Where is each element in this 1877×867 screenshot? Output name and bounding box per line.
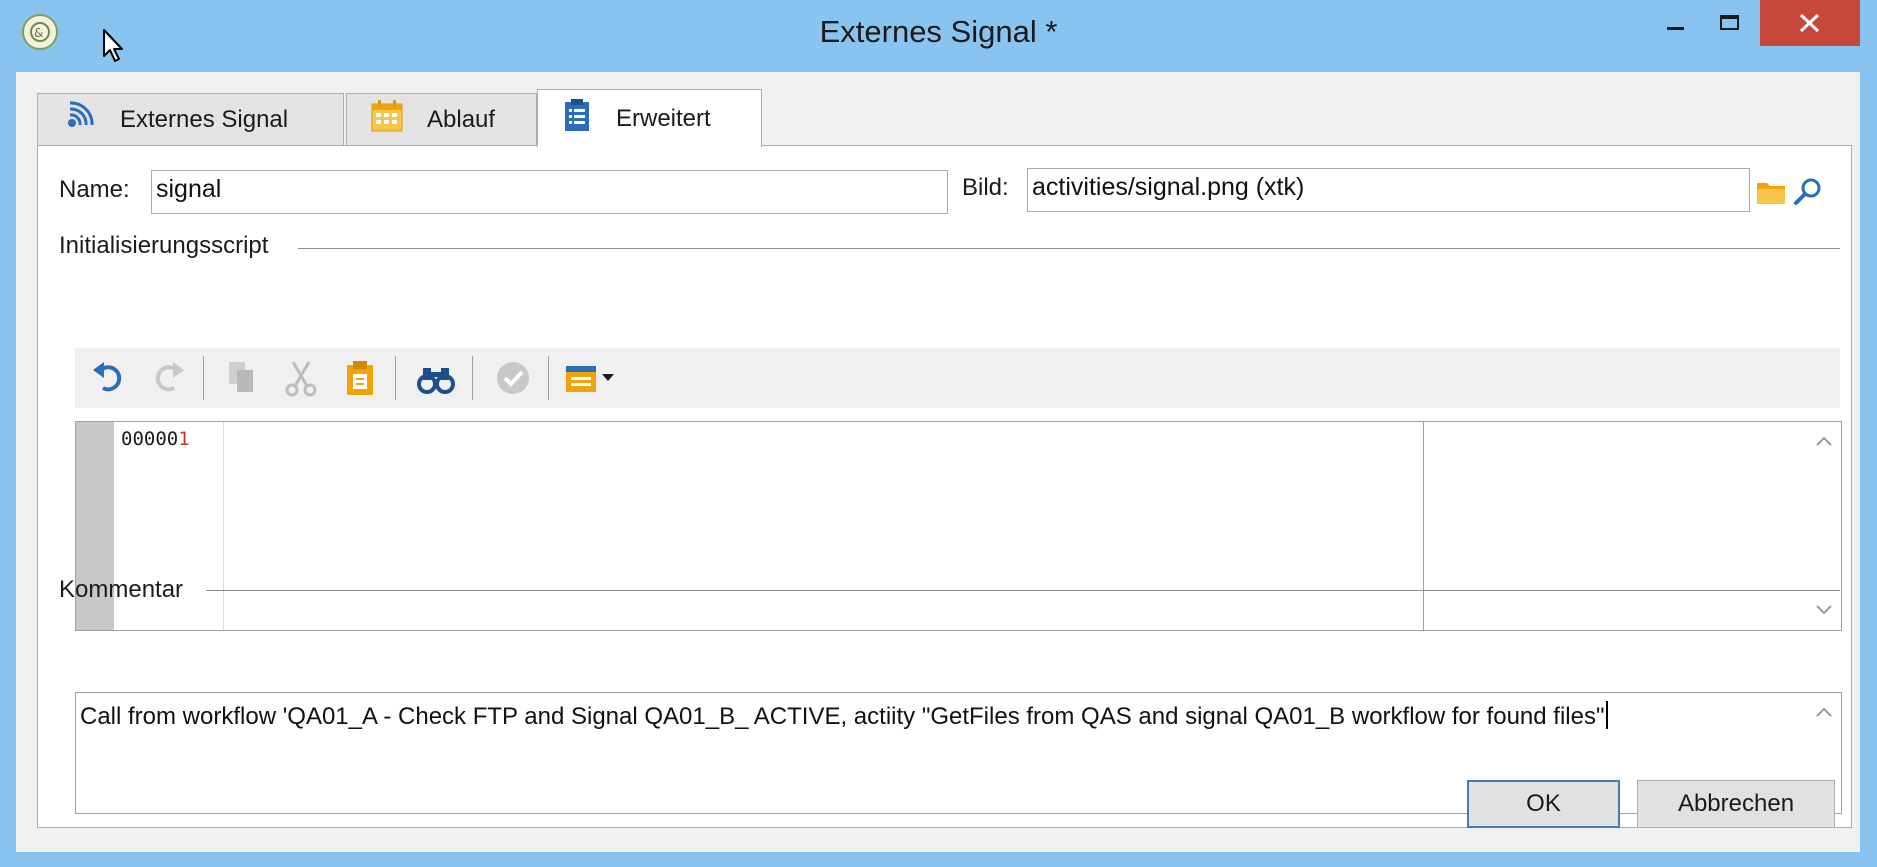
copy-icon[interactable] bbox=[223, 358, 263, 398]
paste-icon[interactable] bbox=[340, 358, 380, 398]
undo-icon[interactable] bbox=[89, 358, 129, 398]
ok-button[interactable]: OK bbox=[1467, 780, 1620, 828]
toolbar-separator bbox=[548, 356, 549, 400]
script-section-title: Initialisierungsscript bbox=[59, 232, 269, 259]
editor-divider bbox=[1423, 422, 1424, 630]
title-bar[interactable]: & Externes Signal * bbox=[0, 0, 1877, 70]
line-number: 000001 bbox=[121, 428, 190, 450]
minimize-button[interactable] bbox=[1648, 0, 1702, 46]
editor-scrollbar[interactable] bbox=[1809, 422, 1839, 630]
image-field[interactable]: activities/signal.png (xtk) bbox=[1027, 168, 1750, 212]
comment-section-title: Kommentar bbox=[59, 576, 184, 603]
image-label: Bild: bbox=[962, 174, 1009, 201]
insert-menu-icon[interactable] bbox=[562, 358, 622, 398]
name-field[interactable]: signal bbox=[151, 170, 948, 214]
calendar-icon bbox=[369, 98, 405, 141]
dialog-client-area: Externes Signal Ablauf Erweitert Name: s… bbox=[16, 72, 1860, 852]
tab-label: Ablauf bbox=[427, 105, 496, 133]
toolbar-separator bbox=[472, 356, 473, 400]
search-icon[interactable] bbox=[1791, 175, 1825, 209]
scroll-down-icon[interactable] bbox=[1816, 605, 1832, 615]
toolbar-separator bbox=[203, 356, 204, 400]
close-button[interactable] bbox=[1760, 0, 1860, 46]
cancel-button[interactable]: Abbrechen bbox=[1637, 780, 1835, 828]
signal-icon bbox=[60, 97, 98, 142]
tab-ablauf[interactable]: Ablauf bbox=[346, 93, 537, 145]
toolbar-separator bbox=[395, 356, 396, 400]
clipboard-icon bbox=[560, 97, 594, 140]
redo-icon[interactable] bbox=[148, 358, 188, 398]
cut-icon[interactable] bbox=[281, 358, 321, 398]
window-title: Externes Signal * bbox=[819, 14, 1058, 49]
script-editor[interactable]: 000001 bbox=[75, 421, 1842, 631]
tab-label: Externes Signal bbox=[120, 105, 289, 133]
folder-icon[interactable] bbox=[1754, 175, 1788, 209]
section-divider bbox=[298, 248, 1840, 249]
text-caret bbox=[1606, 701, 1609, 729]
minimize-icon bbox=[1667, 27, 1684, 30]
maximize-icon bbox=[1720, 15, 1739, 30]
gutter-divider bbox=[223, 422, 224, 630]
comment-text: Call from workflow 'QA01_A - Check FTP a… bbox=[80, 701, 1609, 731]
scroll-up-icon[interactable] bbox=[1816, 436, 1832, 446]
tab-erweitert[interactable]: Erweitert bbox=[537, 89, 762, 147]
maximize-button[interactable] bbox=[1702, 0, 1758, 46]
find-icon[interactable] bbox=[416, 358, 456, 398]
tab-label: Erweitert bbox=[616, 104, 711, 132]
script-toolbar bbox=[75, 348, 1840, 408]
tab-externes-signal[interactable]: Externes Signal bbox=[37, 93, 344, 145]
validate-icon[interactable] bbox=[493, 358, 533, 398]
close-icon bbox=[1799, 13, 1820, 33]
scroll-up-icon[interactable] bbox=[1816, 707, 1832, 717]
name-label: Name: bbox=[59, 176, 130, 203]
section-divider bbox=[206, 590, 1840, 591]
dialog-window: & Externes Signal * Externes Signal Abla… bbox=[0, 0, 1877, 867]
